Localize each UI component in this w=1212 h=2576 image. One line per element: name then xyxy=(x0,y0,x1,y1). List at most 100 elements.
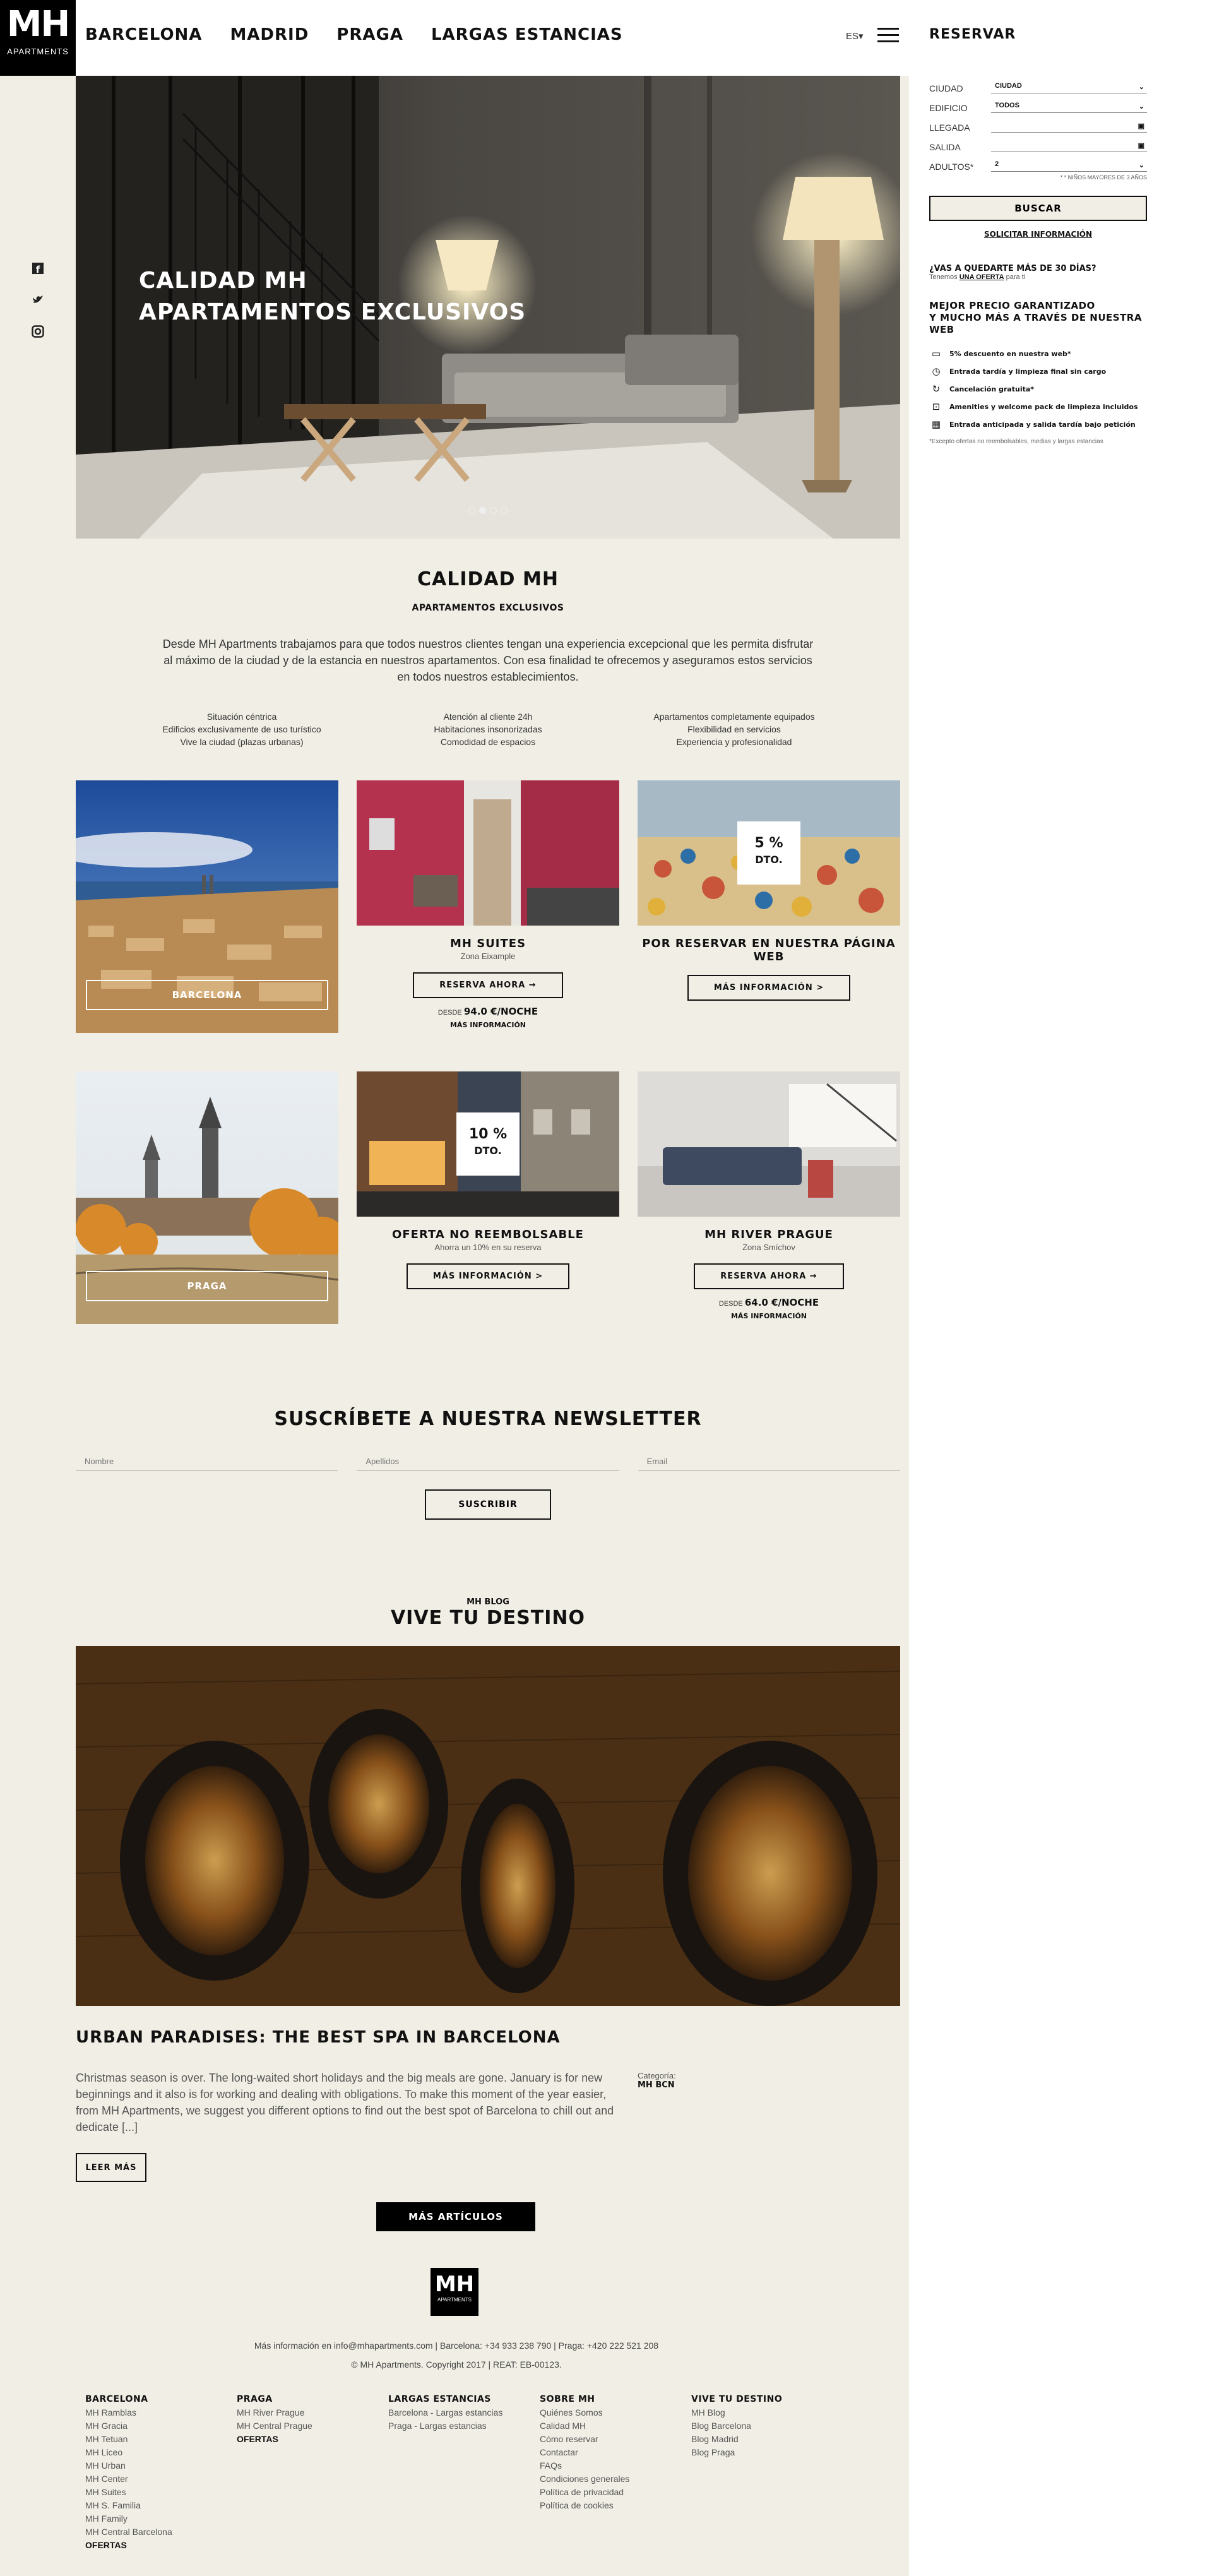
footer-offers-link[interactable]: OFERTAS xyxy=(237,2433,388,2446)
nav-item-barcelona[interactable]: BARCELONA xyxy=(85,25,202,44)
price-from-label: DESDE xyxy=(437,1009,462,1017)
footer-link[interactable]: Política de cookies xyxy=(540,2499,691,2512)
slider-dot-active[interactable] xyxy=(479,507,486,514)
request-info-link[interactable]: SOLICITAR INFORMACIÓN xyxy=(929,230,1147,239)
slider-dot[interactable] xyxy=(501,507,508,514)
reserve-heading[interactable]: RESERVAR xyxy=(929,27,1016,42)
reserve-now-button[interactable]: RESERVA AHORA → xyxy=(413,972,563,998)
features-list: Situación céntrica Edificios exclusivame… xyxy=(122,710,854,748)
footer-link[interactable]: Cómo reservar xyxy=(540,2433,691,2446)
footer-link[interactable]: Quiénes Somos xyxy=(540,2406,691,2419)
best-price-line2: Y MUCHO MÁS A TRAVÉS DE NUESTRA WEB xyxy=(929,312,1142,335)
footer-column-sobre-mh: SOBRE MH Quiénes Somos Calidad MH Cómo r… xyxy=(540,2393,691,2552)
svg-text:f: f xyxy=(36,264,40,275)
footer-link[interactable]: Barcelona - Largas estancias xyxy=(388,2406,540,2419)
footer-link[interactable]: Blog Barcelona xyxy=(691,2419,843,2433)
footer-link[interactable]: Política de privacidad xyxy=(540,2486,691,2499)
city-card-praga[interactable]: PRAGA xyxy=(76,1071,338,1324)
mh-river-prague-image xyxy=(638,1071,900,1217)
more-articles-button[interactable]: MÁS ARTÍCULOS xyxy=(376,2202,535,2231)
benefit-item: ↻ Cancelación gratuita* xyxy=(929,380,1147,398)
footer-link[interactable]: MH Family xyxy=(85,2512,237,2525)
nav-item-praga[interactable]: PRAGA xyxy=(336,25,403,44)
search-button[interactable]: BUSCAR xyxy=(929,196,1147,221)
logo-subtitle: APARTMENTS xyxy=(7,47,69,56)
footer-link[interactable]: Praga - Largas estancias xyxy=(388,2419,540,2433)
mh-suites-image xyxy=(357,780,619,926)
footer-link[interactable]: MH Ramblas xyxy=(85,2406,237,2419)
more-info-link[interactable]: MÁS INFORMACIÓN xyxy=(357,1021,619,1029)
calendar-icon[interactable]: ▣ xyxy=(1138,143,1144,150)
apartment-card-mh-suites: MH SUITES Zona Eixample RESERVA AHORA → … xyxy=(357,780,619,1029)
adults-select[interactable]: 2 ⌄ xyxy=(991,160,1147,172)
blog-post-image[interactable] xyxy=(76,1646,900,2006)
instagram-icon[interactable] xyxy=(32,325,44,338)
language-selector[interactable]: ES▾ xyxy=(846,30,864,42)
footer-logo[interactable]: MH APARTMENTS xyxy=(431,2268,478,2316)
footer-link[interactable]: Condiciones generales xyxy=(540,2472,691,2486)
category-value[interactable]: MH BCN xyxy=(638,2080,676,2090)
best-price-heading: MEJOR PRECIO GARANTIZADO Y MUCHO MÁS A TR… xyxy=(929,300,1147,336)
price-from-label: DESDE xyxy=(718,1300,743,1308)
more-info-button[interactable]: MÁS INFORMACIÓN > xyxy=(406,1263,570,1289)
checkout-date-field[interactable]: ▣ xyxy=(991,141,1147,152)
city-button-praga[interactable]: PRAGA xyxy=(86,1271,328,1301)
footer-link[interactable]: FAQs xyxy=(540,2459,691,2472)
section-title: CALIDAD MH xyxy=(417,568,559,590)
price-line: DESDE 94.0 €/NOCHE xyxy=(357,1006,619,1017)
read-more-button[interactable]: LEER MÁS xyxy=(76,2153,146,2182)
more-info-link[interactable]: MÁS INFORMACIÓN xyxy=(638,1312,900,1320)
brand-logo[interactable]: MH APARTMENTS xyxy=(0,0,76,76)
slider-dot[interactable] xyxy=(490,507,497,514)
feature-item: Atención al cliente 24h xyxy=(443,712,533,722)
blog-post-title[interactable]: URBAN PARADISES: THE BEST SPA IN BARCELO… xyxy=(76,2028,561,2047)
city-card-barcelona[interactable]: BARCELONA xyxy=(76,780,338,1033)
city-select[interactable]: CIUDAD ⌄ xyxy=(991,82,1147,93)
footer-offers-link[interactable]: OFERTAS xyxy=(85,2539,237,2552)
footer-link[interactable]: Calidad MH xyxy=(540,2419,691,2433)
footer-link[interactable]: MH Suites xyxy=(85,2486,237,2499)
footer-link[interactable]: Blog Praga xyxy=(691,2446,843,2459)
subscribe-button[interactable]: SUSCRIBIR xyxy=(425,1489,551,1520)
slider-dots xyxy=(468,507,508,514)
discount-icon: ▭ xyxy=(931,348,941,359)
blog-post-category: Categoría: MH BCN xyxy=(638,2071,676,2090)
footer-link[interactable]: MH S. Familia xyxy=(85,2499,237,2512)
footer-link[interactable]: MH Urban xyxy=(85,2459,237,2472)
nav-item-largas-estancias[interactable]: LARGAS ESTANCIAS xyxy=(431,25,623,44)
footer-link[interactable]: MH Center xyxy=(85,2472,237,2486)
footer-link[interactable]: MH Central Barcelona xyxy=(85,2525,237,2539)
calendar-icon[interactable]: ▣ xyxy=(1138,123,1144,130)
footer-column-barcelona: BARCELONA MH Ramblas MH Gracia MH Tetuan… xyxy=(85,2393,237,2552)
price-value: 94.0 €/NOCHE xyxy=(463,1006,538,1017)
footer-link[interactable]: Contactar xyxy=(540,2446,691,2459)
checkin-date-field[interactable]: ▣ xyxy=(991,121,1147,133)
slider-dot[interactable] xyxy=(468,507,475,514)
more-info-button[interactable]: MÁS INFORMACIÓN > xyxy=(687,975,851,1001)
footer-link[interactable]: Blog Madrid xyxy=(691,2433,843,2446)
long-stay-link[interactable]: UNA OFERTA xyxy=(960,273,1004,281)
footer-link[interactable]: MH Gracia xyxy=(85,2419,237,2433)
booking-widget: CIUDAD CIUDAD ⌄ EDIFICIO TODOS ⌄ LLEGADA ▣ SA… xyxy=(929,74,1147,445)
nav-item-madrid[interactable]: MADRID xyxy=(230,25,309,44)
hero-slider[interactable]: CALIDAD MH APARTAMENTOS EXCLUSIVOS xyxy=(76,76,900,539)
twitter-icon[interactable] xyxy=(32,294,44,306)
building-select[interactable]: TODOS ⌄ xyxy=(991,102,1147,113)
footer-link[interactable]: MH River Prague xyxy=(237,2406,388,2419)
benefits-list: ▭ 5% descuento en nuestra web* ◷ Entrada t… xyxy=(929,345,1147,433)
footer-link[interactable]: MH Liceo xyxy=(85,2446,237,2459)
reserve-now-button[interactable]: RESERVA AHORA → xyxy=(694,1263,844,1289)
benefit-item: ⊡ Amenities y welcome pack de limpieza in… xyxy=(929,398,1147,415)
adults-row: ADULTOS* 2 ⌄ xyxy=(929,152,1147,172)
barcelona-image: BARCELONA xyxy=(76,780,338,1033)
facebook-icon[interactable]: f xyxy=(32,262,44,275)
footer-link[interactable]: MH Blog xyxy=(691,2406,843,2419)
footer-link[interactable]: MH Tetuan xyxy=(85,2433,237,2446)
hamburger-menu-icon[interactable] xyxy=(877,28,899,43)
name-field[interactable] xyxy=(76,1453,338,1470)
feature-item: Vive la ciudad (plazas urbanas) xyxy=(180,737,304,747)
footer-link[interactable]: MH Central Prague xyxy=(237,2419,388,2433)
city-button-barcelona[interactable]: BARCELONA xyxy=(86,980,328,1010)
email-field[interactable] xyxy=(638,1453,900,1470)
surname-field[interactable] xyxy=(357,1453,619,1470)
